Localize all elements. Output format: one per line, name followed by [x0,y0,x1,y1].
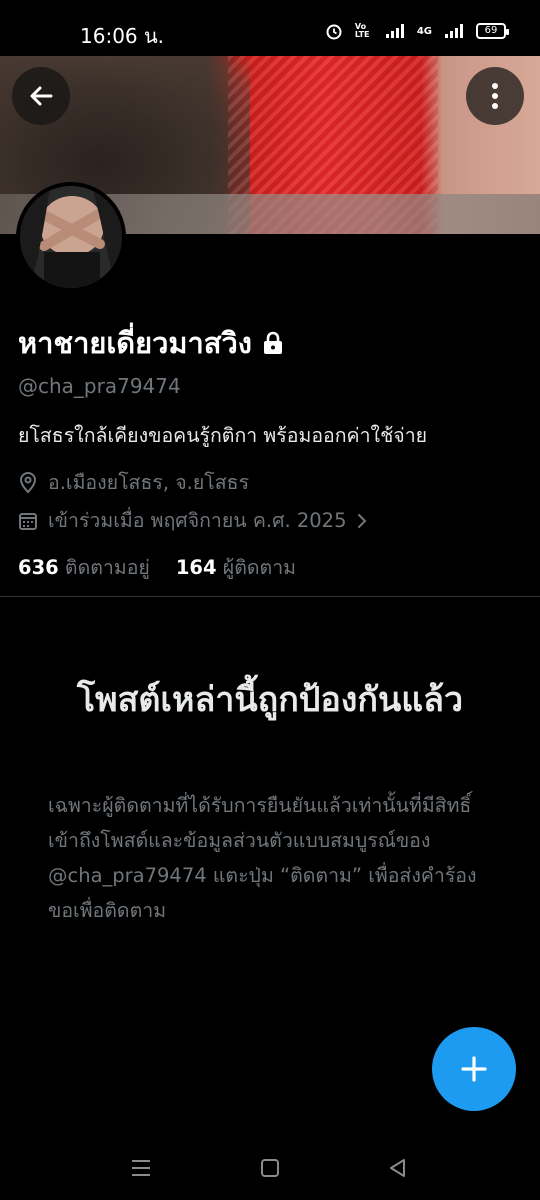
location-text: อ.เมืองยโสธร, จ.ยโสธร [48,471,250,494]
calendar-icon [19,512,37,530]
triangle-left-icon [390,1159,405,1177]
protected-title: โพสต์เหล่านี้ถูกป้องกันแล้ว [76,680,464,720]
status-bar: 16:06 น. Vo LTE 4G 69 [0,0,540,56]
following-link[interactable]: 636 ติดตามอยู่ [18,552,150,583]
avatar-image [20,186,122,288]
joined-row[interactable]: เข้าร่วมเมื่อ พฤศจิกายน ค.ศ. 2025 [18,505,368,536]
signal-icon [385,24,404,38]
protected-description: เฉพาะผู้ติดตามที่ได้รับการยืนยันแล้วเท่า… [48,794,477,922]
chevron-right-icon [358,513,367,528]
location-row: อ.เมืองยโสธร, จ.ยโสธร [18,467,249,498]
signal-icon-2 [445,24,463,38]
display-name: หาชายเดี่ยวมาสวิง [18,326,252,360]
avatar[interactable] [16,182,126,292]
screen: 16:06 น. Vo LTE 4G 69 หาชายเดี่ยวมาสวิง … [0,0,540,1200]
alarm-icon [326,24,342,40]
battery-indicator: 69 [476,23,509,39]
bio: ยโสธรใกล้เคียงขอคนรู้กติกา พร้อมออกค่าใช… [18,424,428,447]
following-count: 636 [18,556,59,579]
following-label: ติดตามอยู่ [64,556,150,579]
network-type: 4G [416,25,432,37]
profile-name: หาชายเดี่ยวมาสวิง [18,320,284,366]
status-icons: Vo LTE 4G 69 [325,22,509,40]
user-handle: @cha_pra79474 [18,374,181,398]
arrow-left-icon [30,86,53,106]
followers-count: 164 [175,556,217,579]
lock-icon [263,331,282,354]
more-options-button[interactable] [466,67,524,125]
menu-lines-icon [132,1160,150,1176]
followers-link[interactable]: 164 ผู้ติดตาม [176,552,296,583]
follow-counts: 636 ติดตามอยู่ 164 ผู้ติดตาม [18,552,296,583]
more-vertical-icon [492,83,498,109]
system-nav-bar [0,1136,540,1200]
square-icon [261,1159,279,1177]
divider [0,596,540,597]
status-time: 16:06 น. [80,24,165,48]
home-button[interactable] [258,1156,282,1180]
battery-level: 69 [484,25,498,36]
location-pin-icon [19,471,37,493]
back-button[interactable] [12,67,70,125]
volte-indicator: Vo LTE [354,22,370,39]
recents-button[interactable] [129,1156,153,1180]
followers-label: ผู้ติดตาม [222,556,297,579]
plus-icon [461,1056,487,1082]
compose-button[interactable] [432,1027,516,1111]
back-nav-button[interactable] [386,1156,410,1180]
joined-text: เข้าร่วมเมื่อ พฤศจิกายน ค.ศ. 2025 [48,509,347,532]
